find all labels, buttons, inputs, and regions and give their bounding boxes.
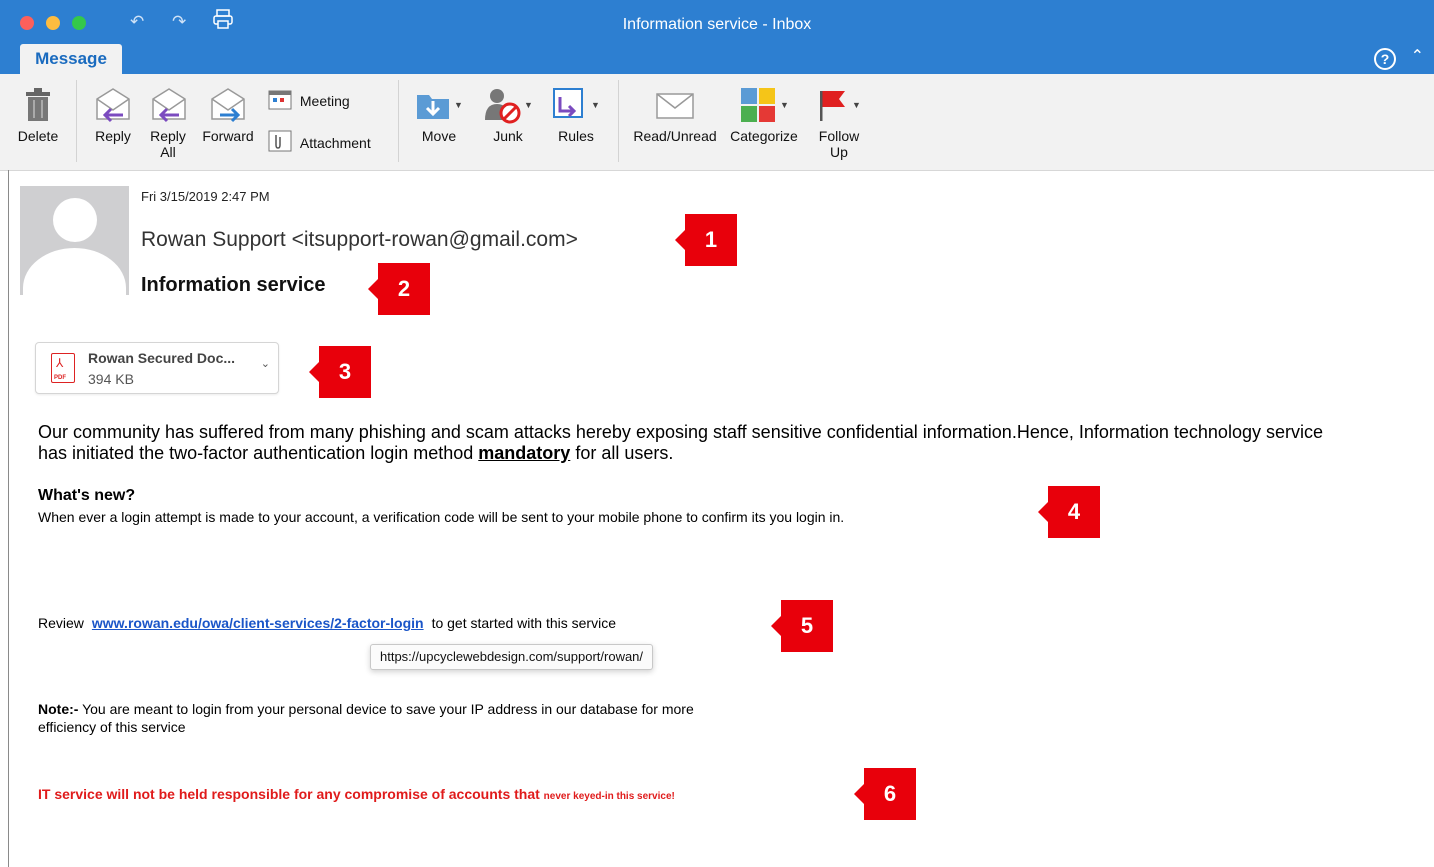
callout-4: 4	[1038, 486, 1100, 538]
email-date: Fri 3/15/2019 2:47 PM	[141, 189, 270, 204]
trash-icon	[14, 82, 62, 128]
window-title: Information service - Inbox	[622, 16, 812, 33]
ribbon-tabstrip	[0, 44, 1434, 74]
review-link[interactable]: www.rowan.edu/owa/client-services/2-fact…	[92, 615, 424, 631]
note-label: Note:-	[38, 701, 79, 717]
email-sender[interactable]: Rowan Support <itsupport-rowan@gmail.com…	[141, 228, 578, 252]
sender-avatar	[20, 186, 129, 295]
whats-new-body: When ever a login attempt is made to you…	[38, 509, 845, 525]
email-subject: Information service	[141, 274, 326, 296]
forward-label: Forward	[202, 128, 254, 144]
link-tooltip: https://upcyclewebdesign.com/support/row…	[370, 644, 654, 670]
junk-label: Junk	[493, 128, 523, 144]
attachment-name: Rowan Secured Doc...	[88, 350, 236, 366]
forward-icon	[200, 82, 256, 128]
collapse-ribbon-icon[interactable]: ⌃	[1411, 46, 1424, 65]
mandatory-text: mandatory	[478, 443, 571, 463]
ribbon-separator	[398, 80, 399, 162]
reply-all-label-line2: All	[160, 144, 176, 160]
read-unread-button[interactable]: Read/Unread	[630, 82, 720, 144]
move-folder-icon: ▼	[410, 82, 468, 128]
callout-2: 2	[368, 263, 430, 315]
envelope-icon	[630, 82, 720, 128]
help-icon[interactable]: ?	[1374, 48, 1396, 70]
attachment-size: 394 KB	[88, 371, 134, 387]
ribbon-toolbar: Delete Reply Reply All Forward Meeting A…	[0, 74, 1434, 171]
delete-button[interactable]: Delete	[14, 82, 62, 144]
categorize-icon: ▼	[726, 82, 802, 128]
rules-button[interactable]: ▼ Rules	[548, 82, 604, 144]
callout-3: 3	[309, 346, 371, 398]
callout-5: 5	[771, 600, 833, 652]
attachment-button[interactable]: Attachment	[268, 130, 388, 155]
reading-pane-border	[8, 170, 9, 867]
follow-up-label-line1: Follow	[818, 128, 860, 144]
categorize-button[interactable]: ▼ Categorize	[726, 82, 802, 144]
rules-icon: ▼	[548, 82, 604, 128]
follow-up-button[interactable]: ▼ Follow Up	[812, 82, 866, 160]
ribbon-separator	[76, 80, 77, 162]
body-paragraph-intro: Our community has suffered from many phi…	[38, 422, 1323, 463]
paperclip-icon	[268, 130, 292, 155]
reply-all-label-line1: Reply	[150, 128, 186, 144]
note-text: You are meant to login from your persona…	[38, 701, 694, 735]
chevron-down-icon[interactable]: ⌄	[261, 357, 270, 370]
callout-1: 1	[675, 214, 737, 266]
reply-button[interactable]: Reply	[90, 82, 136, 144]
review-suffix: to get started with this service	[431, 615, 616, 631]
flag-icon: ▼	[812, 82, 866, 128]
rules-label: Rules	[558, 128, 594, 144]
reply-all-button[interactable]: Reply All	[144, 82, 192, 160]
junk-icon: ▼	[480, 82, 536, 128]
calendar-icon	[268, 88, 292, 113]
forward-button[interactable]: Forward	[200, 82, 256, 144]
follow-up-label-line2: Up	[830, 144, 848, 160]
tab-message[interactable]: Message	[20, 44, 122, 74]
whats-new-heading: What's new?	[38, 487, 136, 504]
attachment-label: Attachment	[299, 134, 371, 151]
note-paragraph: Note:- You are meant to login from your …	[38, 700, 738, 736]
move-button[interactable]: ▼ Move	[410, 82, 468, 144]
pdf-icon: ⅄ PDF	[51, 353, 75, 383]
categorize-label: Categorize	[730, 128, 798, 144]
review-line: Review www.rowan.edu/owa/client-services/…	[38, 615, 616, 631]
review-prefix: Review	[38, 615, 84, 631]
reply-icon	[90, 82, 136, 128]
move-label: Move	[421, 128, 457, 144]
title-bar: ↶ ↷ Information service - Inbox	[0, 0, 1434, 44]
junk-button[interactable]: ▼ Junk	[480, 82, 536, 144]
attachment-card[interactable]: ⅄ PDF Rowan Secured Doc... 394 KB ⌄	[35, 342, 279, 394]
read-unread-label: Read/Unread	[633, 128, 717, 144]
reply-label: Reply	[95, 128, 131, 144]
callout-6: 6	[854, 768, 916, 820]
ribbon-separator	[618, 80, 619, 162]
meeting-button[interactable]: Meeting	[268, 88, 378, 113]
delete-label: Delete	[17, 128, 59, 144]
meeting-label: Meeting	[299, 92, 350, 109]
reply-all-icon	[144, 82, 192, 128]
warning-text: IT service will not be held responsible …	[38, 786, 675, 802]
